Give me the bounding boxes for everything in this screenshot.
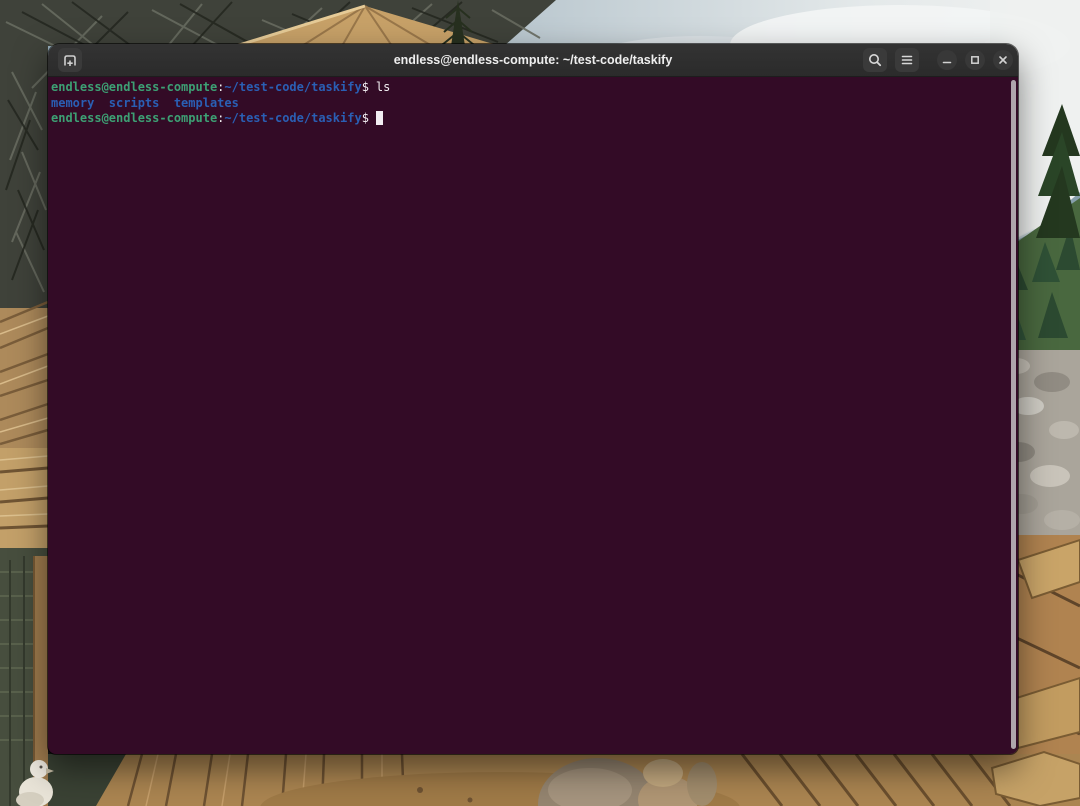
close-button[interactable]	[993, 50, 1013, 70]
prompt-symbol: $	[362, 80, 369, 94]
new-tab-button[interactable]	[58, 48, 82, 72]
maximize-icon	[969, 54, 981, 66]
desktop: endless@endless-compute: ~/test-code/tas…	[0, 0, 1080, 806]
new-tab-icon	[61, 51, 79, 69]
menu-button[interactable]	[895, 48, 919, 72]
terminal-window: endless@endless-compute: ~/test-code/tas…	[48, 44, 1018, 754]
maximize-button[interactable]	[965, 50, 985, 70]
terminal-line-prompt-1: endless@endless-compute:~/test-code/task…	[51, 80, 1004, 96]
prompt-symbol: $	[362, 111, 369, 125]
prompt-user-host: endless@endless-compute	[51, 80, 217, 94]
close-icon	[997, 54, 1009, 66]
prompt-path: ~/test-code/taskify	[224, 111, 361, 125]
terminal-screen[interactable]: endless@endless-compute:~/test-code/task…	[48, 77, 1018, 754]
minimize-button[interactable]	[937, 50, 957, 70]
ls-output-directories: memory scripts templates	[51, 96, 239, 110]
scrollbar-thumb[interactable]	[1011, 80, 1016, 749]
terminal-cursor	[376, 111, 383, 125]
hamburger-menu-icon	[899, 52, 915, 68]
search-button[interactable]	[863, 48, 887, 72]
prompt-path: ~/test-code/taskify	[224, 80, 361, 94]
minimize-icon	[941, 54, 953, 66]
search-icon	[867, 52, 883, 68]
prompt-user-host: endless@endless-compute	[51, 111, 217, 125]
terminal-line-prompt-2: endless@endless-compute:~/test-code/task…	[51, 111, 1004, 127]
terminal-headerbar: endless@endless-compute: ~/test-code/tas…	[48, 44, 1018, 77]
terminal-line-output: memory scripts templates	[51, 96, 1004, 112]
typed-command: ls	[376, 80, 390, 94]
